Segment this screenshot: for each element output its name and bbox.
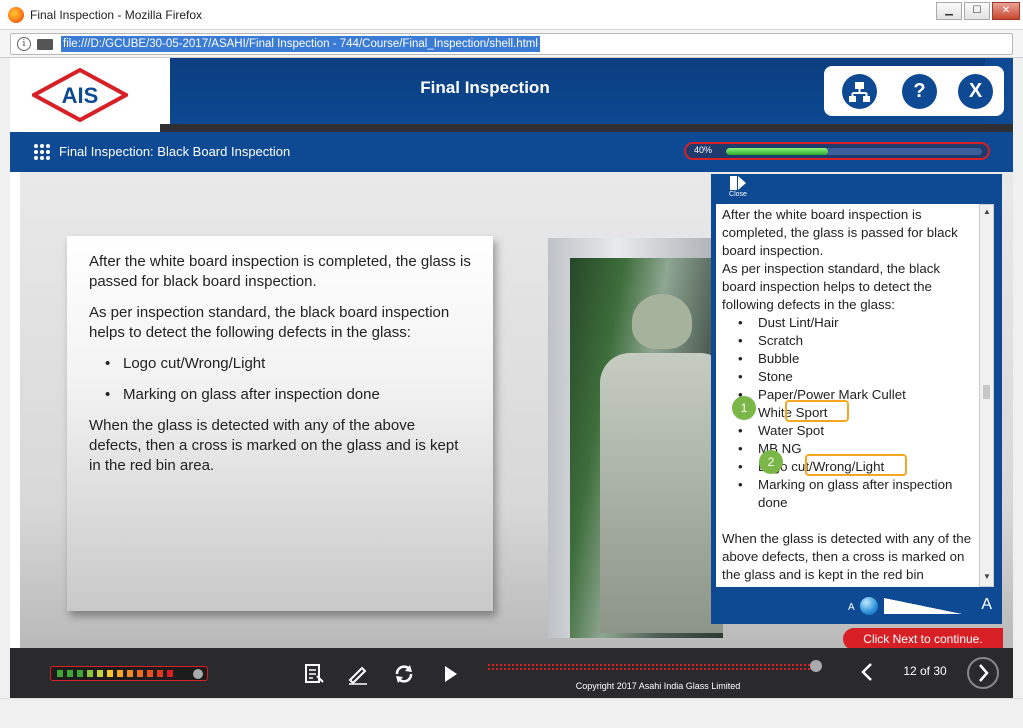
volume-knob[interactable]: [193, 669, 203, 679]
callout-badge-1: 1: [732, 396, 756, 420]
replay-icon[interactable]: [392, 662, 416, 686]
volume-segment: [137, 670, 143, 677]
course-header: AIS Final Inspection ? X: [10, 58, 1013, 132]
volume-segment: [67, 670, 73, 677]
volume-segment: [157, 670, 163, 677]
transcript-scrollbar[interactable]: ▲ ▼: [979, 204, 994, 587]
volume-segment: [87, 670, 93, 677]
font-larger-label[interactable]: A: [981, 596, 992, 614]
sitemap-icon: [849, 82, 870, 102]
inspector-photo: [570, 258, 723, 638]
font-size-control: A A: [846, 594, 996, 618]
scroll-up-icon[interactable]: ▲: [982, 207, 992, 219]
volume-control[interactable]: [50, 666, 208, 681]
address-bar: i file:///D:/GCUBE/30-05-2017/ASAHI/Fina…: [0, 30, 1023, 58]
sitemap-button[interactable]: [842, 74, 877, 109]
transcript-close-button[interactable]: Close: [725, 176, 751, 198]
close-panel-icon: [730, 176, 746, 190]
play-icon[interactable]: [438, 662, 462, 686]
volume-segment: [127, 670, 133, 677]
volume-segment: [117, 670, 123, 677]
transcript-intro-1: After the white board inspection is comp…: [722, 207, 958, 258]
page-subheader: Final Inspection: Black Board Inspection…: [10, 132, 1013, 172]
progress-track: [726, 148, 982, 155]
minimize-button[interactable]: ▁: [936, 2, 962, 20]
browser-title-bar: Final Inspection - Mozilla Firefox ▁ ☐ ✕: [0, 0, 1023, 30]
list-item: Marking on glass after inspection done: [738, 476, 973, 512]
transcript-defect-list: Dust Lint/Hair Scratch Bubble Stone Pape…: [738, 314, 973, 512]
scroll-thumb[interactable]: [983, 385, 990, 399]
list-item: Bubble: [738, 350, 973, 368]
transcript-intro-2: As per inspection standard, the black bo…: [722, 261, 941, 312]
list-item: Logo cut/Wrong/Light: [101, 354, 471, 374]
notes-icon[interactable]: [302, 662, 326, 686]
course-player: AIS Final Inspection ? X Final Inspectio…: [10, 58, 1013, 698]
edit-icon[interactable]: [346, 662, 370, 686]
volume-segment: [167, 670, 173, 677]
font-size-knob[interactable]: [860, 597, 878, 615]
seek-bar[interactable]: [488, 660, 822, 672]
highlight-logo-cut: [805, 454, 907, 476]
copyright-text: Copyright 2017 Asahi India Glass Limited: [575, 681, 741, 691]
firefox-icon: [8, 7, 24, 23]
progress-fill: [726, 148, 829, 155]
nav-panel: ? X: [824, 66, 1004, 116]
player-footer: Copyright 2017 Asahi India Glass Limited…: [10, 648, 1013, 698]
defect-list: Logo cut/Wrong/Light Marking on glass af…: [101, 354, 471, 405]
header-shadow: [160, 124, 1013, 132]
logo-text: AIS: [62, 83, 99, 108]
next-button[interactable]: [967, 657, 999, 689]
list-item: Scratch: [738, 332, 973, 350]
folder-icon: [37, 39, 53, 50]
course-title: Final Inspection: [420, 78, 550, 97]
previous-button[interactable]: [856, 660, 880, 684]
transcript-text: After the white board inspection is comp…: [716, 204, 979, 587]
content-paragraph-3: When the glass is detected with any of t…: [89, 417, 459, 474]
list-item: Stone: [738, 368, 973, 386]
menu-grid-icon[interactable]: [34, 144, 52, 162]
volume-segment: [97, 670, 103, 677]
window-title: Final Inspection - Mozilla Firefox: [30, 8, 203, 22]
close-label: Close: [729, 191, 747, 198]
content-paragraph-1: After the white board inspection is comp…: [89, 253, 471, 290]
callout-badge-2: 2: [759, 450, 783, 474]
course-progress-bar: 40%: [684, 142, 990, 160]
info-icon[interactable]: i: [17, 37, 31, 51]
volume-segment: [77, 670, 83, 677]
content-paragraph-2: As per inspection standard, the black bo…: [89, 304, 450, 341]
list-item: Water Spot: [738, 422, 973, 440]
font-size-slider[interactable]: [884, 598, 962, 614]
help-button[interactable]: ?: [902, 74, 937, 109]
page-title: Final Inspection: Black Board Inspection: [59, 144, 291, 159]
photo-worker-head: [632, 294, 692, 349]
volume-segment: [147, 670, 153, 677]
ais-logo: AIS: [32, 68, 128, 122]
page-indicator: 12 of 30: [903, 664, 947, 678]
close-window-button[interactable]: ✕: [992, 2, 1020, 20]
font-smaller-label[interactable]: A: [848, 602, 855, 613]
list-item: Marking on glass after inspection done: [101, 385, 471, 405]
seek-knob[interactable]: [810, 660, 822, 672]
photo-worker-body: [600, 353, 723, 633]
exit-button[interactable]: X: [958, 74, 993, 109]
volume-segment: [107, 670, 113, 677]
list-item: White Sport: [738, 404, 973, 422]
click-next-prompt: Click Next to continue.: [843, 628, 1003, 650]
progress-percent: 40%: [694, 145, 713, 155]
chevron-right-icon: [979, 664, 989, 682]
volume-segment: [57, 670, 63, 677]
highlight-white-sport: [785, 400, 849, 422]
transcript-outro: When the glass is detected with any of t…: [722, 531, 972, 582]
transcript-panel: Close After the white board inspection i…: [711, 174, 1002, 624]
maximize-button[interactable]: ☐: [964, 2, 990, 20]
scroll-down-icon[interactable]: ▼: [982, 572, 992, 584]
list-item: Dust Lint/Hair: [738, 314, 973, 332]
url-field[interactable]: i file:///D:/GCUBE/30-05-2017/ASAHI/Fina…: [10, 33, 1013, 55]
list-item: Paper/Power Mark Cullet: [738, 386, 973, 404]
browser-status-bar: [0, 698, 1023, 728]
url-text[interactable]: file:///D:/GCUBE/30-05-2017/ASAHI/Final …: [61, 36, 540, 52]
content-card: After the white board inspection is comp…: [67, 236, 493, 611]
logo-area: AIS: [10, 58, 170, 132]
